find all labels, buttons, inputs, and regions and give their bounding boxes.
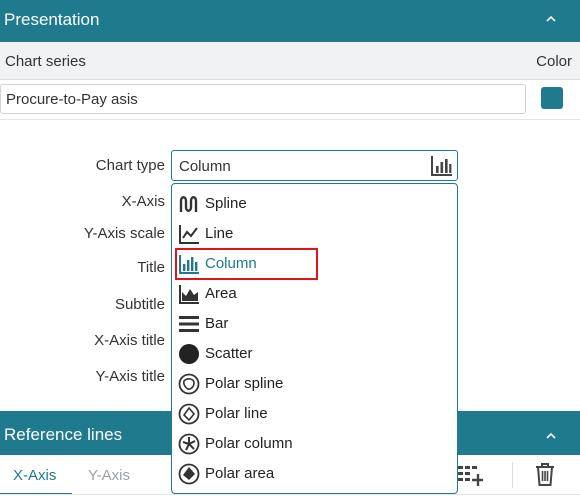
- dropdown-option-polar-area[interactable]: Polar area: [172, 458, 457, 488]
- dropdown-option-bar[interactable]: Bar: [172, 308, 457, 338]
- x-axis-label: X-Axis: [121, 193, 165, 210]
- series-color-swatch[interactable]: [541, 87, 563, 109]
- x-axis-title-label: X-Axis title: [94, 332, 165, 349]
- bar-chart-icon: [179, 316, 199, 332]
- tab-x-axis[interactable]: X-Axis: [13, 467, 56, 484]
- area-chart-icon: [179, 285, 199, 304]
- scatter-chart-icon: [179, 344, 199, 364]
- dropdown-option-polar-column[interactable]: Polar column: [172, 428, 457, 458]
- divider: [0, 119, 580, 120]
- chart-type-value: Column: [179, 158, 231, 175]
- divider: [0, 494, 580, 495]
- title-label: Title: [137, 259, 165, 276]
- trash-icon[interactable]: [532, 461, 558, 487]
- dropdown-option-line[interactable]: Line: [172, 218, 457, 248]
- option-label: Polar spline: [205, 375, 284, 392]
- chart-series-header: Chart series Color: [0, 42, 580, 80]
- series-name-input[interactable]: Procure-to-Pay asis: [0, 84, 526, 114]
- option-label: Polar line: [205, 405, 268, 422]
- color-label: Color: [536, 53, 572, 70]
- option-label: Area: [205, 285, 237, 302]
- column-chart-icon: [431, 156, 452, 176]
- option-label: Bar: [205, 315, 229, 332]
- chevron-up-icon[interactable]: [544, 429, 558, 443]
- toolbar-divider: [512, 462, 513, 488]
- presentation-title: Presentation: [4, 10, 100, 29]
- dropdown-option-polar-spline[interactable]: Polar spline: [172, 368, 457, 398]
- chart-type-select[interactable]: Column: [171, 150, 458, 181]
- option-label: Polar area: [205, 465, 275, 482]
- option-label: Line: [205, 225, 234, 242]
- polar-spline-icon: [178, 373, 200, 395]
- y-axis-scale-label: Y-Axis scale: [83, 225, 165, 242]
- option-label: Spline: [205, 195, 247, 212]
- dropdown-option-spline[interactable]: Spline: [172, 188, 457, 218]
- line-chart-icon: [179, 225, 199, 244]
- chevron-up-icon[interactable]: [544, 12, 558, 26]
- option-label: Polar column: [205, 435, 293, 452]
- reference-lines-title: Reference lines: [4, 425, 123, 444]
- chart-type-label: Chart type: [95, 157, 165, 174]
- dropdown-option-scatter[interactable]: Scatter: [172, 338, 457, 368]
- polar-column-icon: [178, 433, 200, 455]
- dropdown-option-polar-line[interactable]: Polar line: [172, 398, 457, 428]
- option-label: Scatter: [205, 345, 253, 362]
- selected-option-highlight: [175, 248, 318, 280]
- polar-line-icon: [178, 403, 200, 425]
- chart-series-label: Chart series: [5, 53, 86, 70]
- add-reference-line-icon[interactable]: [457, 461, 483, 487]
- subtitle-label: Subtitle: [114, 296, 165, 313]
- tab-y-axis[interactable]: Y-Axis: [88, 467, 130, 484]
- chart-type-dropdown: Spline Line Column Area Bar Scatter Pola…: [171, 183, 458, 494]
- y-axis-title-label: Y-Axis title: [95, 368, 165, 385]
- dropdown-option-area[interactable]: Area: [172, 278, 457, 308]
- spline-chart-icon: [179, 196, 198, 212]
- polar-area-icon: [178, 463, 200, 485]
- presentation-header[interactable]: Presentation: [0, 0, 580, 42]
